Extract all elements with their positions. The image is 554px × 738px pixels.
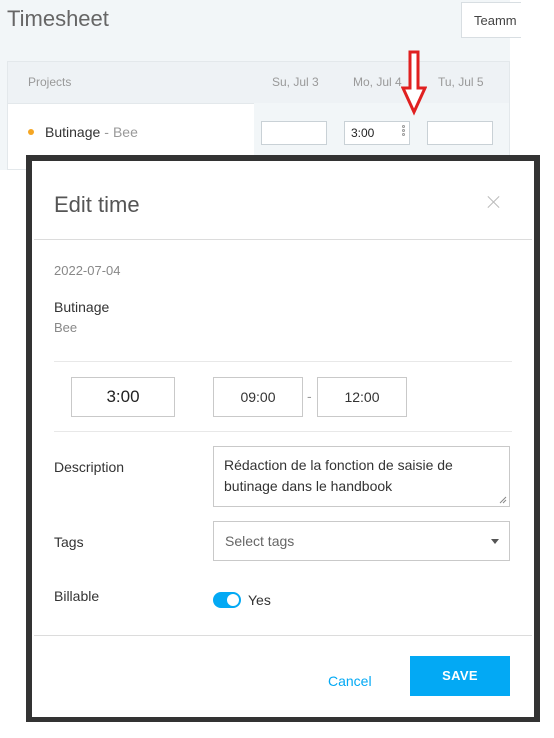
entry-project: Butinage xyxy=(54,299,110,315)
description-label: Description xyxy=(54,459,125,475)
column-header-day: Mo, Jul 4 xyxy=(353,75,402,89)
close-icon[interactable] xyxy=(486,194,502,210)
duration-input[interactable]: 3:00 xyxy=(71,377,175,417)
end-time-input[interactable]: 12:00 xyxy=(317,377,407,417)
table-header: Projects Su, Jul 3 Mo, Jul 4 Tu, Jul 5 xyxy=(8,62,509,104)
project-name-cell: Butinage - Bee xyxy=(45,124,138,140)
edit-time-modal: Edit time 2022-07-04 Butinage Bee 3:00 0… xyxy=(26,155,540,722)
billable-toggle[interactable] xyxy=(213,592,241,608)
more-options-icon[interactable] xyxy=(402,125,406,141)
start-time-input[interactable]: 09:00 xyxy=(213,377,303,417)
tags-select[interactable]: Select tags xyxy=(213,521,510,561)
tags-label: Tags xyxy=(54,534,84,550)
modal-title: Edit time xyxy=(54,192,140,217)
column-header-day: Su, Jul 3 xyxy=(272,75,319,89)
time-entry-input[interactable] xyxy=(261,121,327,145)
toggle-knob xyxy=(227,594,239,606)
time-entry-value: 3:00 xyxy=(351,126,375,140)
team-selector-button[interactable]: Teamm xyxy=(461,2,521,38)
description-textarea[interactable]: Rédaction de la fonction de saisie de bu… xyxy=(213,446,510,507)
chevron-down-icon xyxy=(491,539,499,544)
project-name: Butinage xyxy=(45,124,101,140)
column-header-day: Tu, Jul 5 xyxy=(438,75,484,89)
time-entry-input[interactable] xyxy=(427,121,493,145)
page-title: Timesheet xyxy=(7,6,109,31)
divider xyxy=(54,361,512,362)
divider xyxy=(34,239,532,240)
timesheet-table: Projects Su, Jul 3 Mo, Jul 4 Tu, Jul 5 B… xyxy=(7,61,510,170)
divider xyxy=(34,635,532,636)
down-arrow-annotation-icon xyxy=(401,50,427,116)
save-button[interactable]: SAVE xyxy=(410,656,510,696)
description-text: Rédaction de la fonction de saisie de bu… xyxy=(224,457,453,494)
tags-placeholder: Select tags xyxy=(225,533,295,549)
column-header-projects: Projects xyxy=(28,75,72,89)
divider xyxy=(54,431,512,432)
client-name: Bee xyxy=(112,124,138,140)
billable-label: Billable xyxy=(54,588,100,604)
entry-client: Bee xyxy=(54,320,78,335)
billable-value: Yes xyxy=(248,592,271,608)
resize-handle-icon[interactable] xyxy=(499,496,507,504)
table-row: Butinage - Bee 3:00 xyxy=(8,103,509,163)
entry-date: 2022-07-04 xyxy=(54,263,121,278)
time-entry-input[interactable]: 3:00 xyxy=(344,121,410,145)
cancel-button[interactable]: Cancel xyxy=(328,673,372,689)
project-color-dot xyxy=(28,129,34,135)
project-separator: - xyxy=(104,124,109,140)
time-range-separator: - xyxy=(307,388,312,404)
